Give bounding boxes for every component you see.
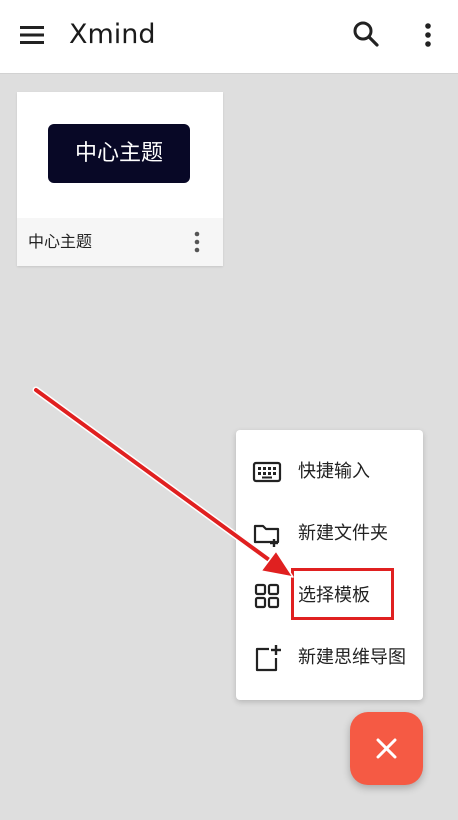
mindmap-name: 中心主题: [28, 232, 93, 251]
close-fab-button[interactable]: [350, 712, 423, 785]
new-folder-icon: [253, 524, 280, 547]
menu-item-label: 快捷输入: [298, 461, 370, 482]
menu-item-new-mindmap[interactable]: 新建思维导图: [236, 628, 423, 688]
menu-item-label: 选择模板: [298, 585, 370, 606]
central-topic-box: 中心主题: [48, 124, 190, 183]
new-mindmap-icon: [255, 645, 281, 672]
menu-item-select-template[interactable]: 选择模板: [236, 566, 423, 626]
card-footer: 中心主题: [17, 218, 223, 266]
app-title: Xmind: [69, 19, 156, 50]
keyboard-icon: [252, 461, 282, 483]
menu-icon[interactable]: [19, 23, 45, 47]
app-bar: Xmind: [0, 0, 458, 74]
more-vert-icon[interactable]: [416, 20, 440, 50]
mindmap-card[interactable]: 中心主题 中心主题: [17, 92, 223, 266]
mindmap-thumbnail[interactable]: 中心主题: [17, 92, 223, 218]
menu-item-label: 新建文件夹: [298, 523, 388, 544]
menu-item-label: 新建思维导图: [298, 647, 406, 668]
grid-template-icon: [254, 583, 280, 609]
menu-item-new-folder[interactable]: 新建文件夹: [236, 504, 423, 564]
close-icon: [376, 738, 397, 759]
menu-item-quick-input[interactable]: 快捷输入: [236, 442, 423, 502]
search-icon[interactable]: [352, 20, 380, 48]
create-popup-menu: 快捷输入 新建文件夹 选择模板 新建思维导图: [236, 430, 423, 700]
card-more-vert-icon[interactable]: [189, 230, 205, 254]
